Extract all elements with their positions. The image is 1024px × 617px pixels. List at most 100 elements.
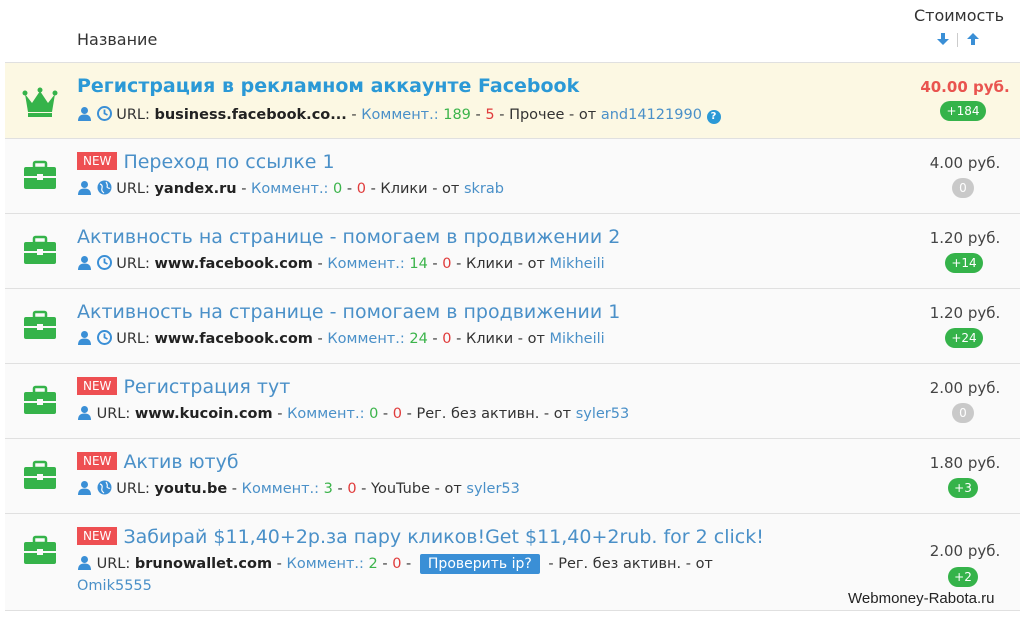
clock-icon [96, 106, 112, 121]
help-icon[interactable]: ? [706, 110, 721, 124]
completions-count-badge: 0 [952, 178, 974, 198]
briefcase-icon [22, 234, 58, 266]
new-badge: NEW [77, 377, 118, 395]
url-label: URL: [96, 406, 131, 422]
author-link[interactable]: syler53 [576, 406, 630, 422]
completions-count-badge: +2 [948, 567, 978, 587]
clock-icon [96, 330, 112, 345]
from-label: от [442, 181, 460, 197]
author-link[interactable]: Omik5555 [77, 578, 152, 594]
briefcase-icon [22, 309, 58, 341]
task-category: Рег. без активн. [416, 406, 540, 422]
user-icon [77, 180, 92, 195]
table-row[interactable]: NEW Переход по ссылке 1 URL: yandex.ru - … [5, 139, 1020, 214]
completions-count-badge: +14 [945, 253, 983, 273]
task-category: Рег. без активн. [558, 556, 682, 572]
from-label: от [695, 556, 713, 572]
comments-link[interactable]: Коммент.: [361, 107, 438, 123]
sort-asc-icon[interactable] [965, 31, 981, 47]
url-label: URL: [116, 331, 150, 347]
from-label: от [527, 256, 545, 272]
task-price: 1.80 руб. [929, 454, 1001, 472]
url-value: www.facebook.com [154, 256, 313, 272]
task-title-link[interactable]: Забирай $11,40+2р.за пару кликов!Get $11… [123, 526, 763, 548]
briefcase-icon [22, 384, 58, 416]
comments-negative: 0 [392, 406, 403, 422]
comments-negative: 0 [347, 481, 357, 497]
comments-positive: 0 [333, 181, 343, 197]
briefcase-icon [22, 534, 58, 566]
column-name-header: Название [77, 30, 158, 49]
sort-desc-icon[interactable] [935, 31, 951, 47]
comments-negative: 0 [392, 556, 402, 572]
url-label: URL: [116, 256, 150, 272]
task-category: Клики [465, 256, 514, 272]
new-badge: NEW [77, 527, 118, 545]
author-link[interactable]: syler53 [466, 481, 520, 497]
globe-icon [97, 180, 112, 195]
comments-link[interactable]: Коммент.: [327, 331, 404, 347]
task-title-link[interactable]: Активность на странице - помогаем в прод… [77, 301, 620, 323]
comments-negative: 5 [485, 107, 495, 123]
briefcase-icon [22, 159, 58, 191]
author-link[interactable]: Mikheili [550, 256, 605, 272]
table-row[interactable]: Активность на странице - помогаем в прод… [5, 289, 1020, 364]
sort-divider [957, 33, 958, 47]
comments-positive: 3 [323, 481, 333, 497]
comments-positive: 24 [409, 331, 428, 347]
url-label: URL: [116, 107, 150, 123]
table-row[interactable]: Регистрация в рекламном аккаунте Faceboo… [5, 62, 1020, 139]
task-title-link[interactable]: Активность на странице - помогаем в прод… [77, 226, 620, 248]
task-title-link[interactable]: Переход по ссылке 1 [123, 151, 334, 173]
completions-count-badge: 0 [952, 403, 974, 423]
task-category: Клики [465, 331, 514, 347]
table-row[interactable]: NEW Актив ютуб URL: youtu.be - Коммент.: … [5, 439, 1020, 514]
author-link[interactable]: skrab [464, 181, 504, 197]
user-icon [77, 555, 92, 570]
comments-negative: 0 [442, 331, 452, 347]
comments-link[interactable]: Коммент.: [327, 256, 404, 272]
user-icon [77, 330, 92, 345]
url-label: URL: [116, 181, 150, 197]
comments-negative: 0 [442, 256, 452, 272]
comments-link[interactable]: Коммент.: [242, 481, 319, 497]
user-icon [77, 480, 92, 495]
briefcase-icon [22, 459, 58, 491]
table-row[interactable]: Активность на странице - помогаем в прод… [5, 214, 1020, 289]
from-label: от [553, 406, 572, 422]
new-badge: NEW [77, 452, 118, 470]
task-price: 2.00 руб. [929, 542, 1001, 560]
task-title-link[interactable]: Актив ютуб [123, 451, 238, 473]
url-value: brunowallet.com [134, 556, 273, 572]
task-price: 40.00 руб. [920, 78, 1010, 96]
url-value: business.facebook.co... [154, 107, 347, 123]
comments-positive: 0 [369, 406, 379, 422]
column-cost-header: Стоимость [913, 6, 1005, 25]
task-price: 2.00 руб. [929, 379, 1001, 397]
user-icon [77, 255, 92, 270]
user-icon [77, 106, 92, 121]
task-price: 1.20 руб. [929, 304, 1001, 322]
task-price: 4.00 руб. [929, 154, 1001, 172]
check-ip-button[interactable]: Проверить ip? [419, 554, 540, 574]
task-title-link[interactable]: Регистрация тут [123, 376, 290, 398]
task-title-link[interactable]: Регистрация в рекламном аккаунте Faceboo… [77, 75, 579, 97]
author-link[interactable]: and14121990 [601, 107, 702, 123]
task-category: Прочее [509, 107, 565, 123]
comments-link[interactable]: Коммент.: [287, 556, 364, 572]
from-label: от [578, 107, 597, 123]
url-value: yandex.ru [154, 181, 237, 197]
table-row[interactable]: NEW Регистрация тут URL: www.kucoin.com -… [5, 364, 1020, 439]
crown-icon [22, 86, 58, 118]
url-value: www.facebook.com [154, 331, 313, 347]
url-value: youtu.be [154, 481, 228, 497]
completions-count-badge: +3 [948, 478, 978, 498]
table-header: Название Стоимость [0, 0, 1024, 62]
comments-link[interactable]: Коммент.: [251, 181, 328, 197]
url-label: URL: [96, 556, 131, 572]
globe-icon [97, 480, 112, 495]
comments-negative: 0 [356, 181, 366, 197]
author-link[interactable]: Mikheili [550, 331, 605, 347]
comments-link[interactable]: Коммент.: [287, 406, 364, 422]
task-category: YouTube [371, 481, 430, 497]
